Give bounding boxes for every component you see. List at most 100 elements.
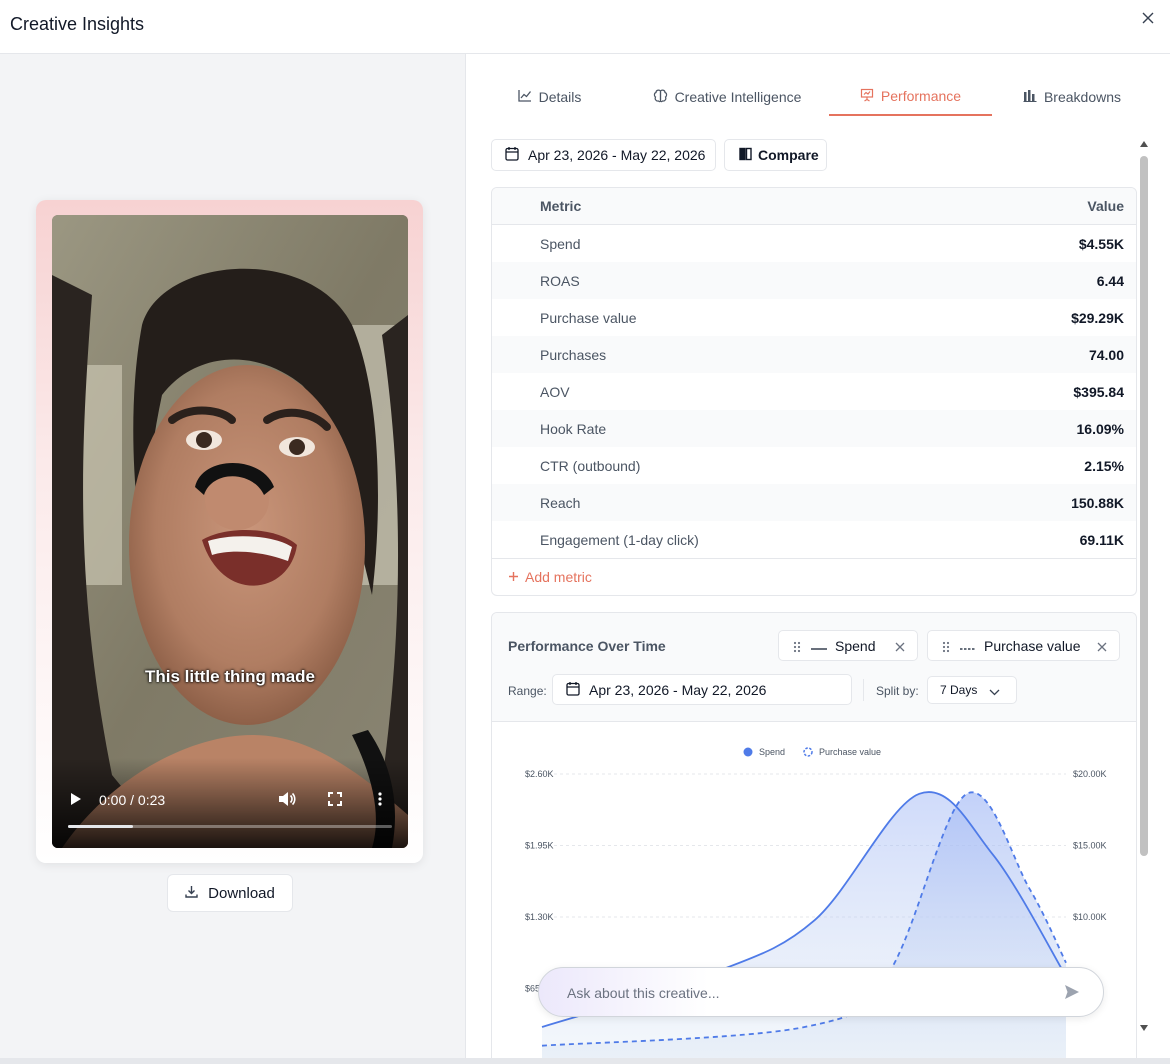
metric-value: $29.29K xyxy=(1071,309,1124,326)
performance-controls: Performance Over Time Spend Purchase val… xyxy=(492,613,1136,722)
tab-label: Details xyxy=(538,89,582,105)
value-column-header: Value xyxy=(1087,198,1124,214)
metric-name: AOV xyxy=(540,383,570,400)
modal-title: Creative Insights xyxy=(10,14,145,34)
performance-title: Performance Over Time xyxy=(508,638,666,654)
send-icon[interactable] xyxy=(1063,983,1081,1006)
chevron-down-icon xyxy=(989,685,1000,699)
metric-value: 69.11K xyxy=(1079,531,1124,548)
table-row: ROAS 6.44 xyxy=(492,262,1136,299)
close-icon[interactable] xyxy=(1138,8,1158,28)
modal-header: Creative Insights xyxy=(0,0,1170,54)
y-right-tick-label: $15.00K xyxy=(1073,841,1107,851)
metric-name: Spend xyxy=(540,235,581,252)
more-options-icon[interactable] xyxy=(378,791,382,809)
metric-name: Reach xyxy=(540,494,581,511)
y-left-tick-label: $1.95K xyxy=(525,841,554,851)
compare-label: Compare xyxy=(758,147,819,163)
drag-handle-icon[interactable] xyxy=(942,640,950,652)
add-metric-button[interactable]: Add metric xyxy=(492,558,1136,595)
download-button[interactable]: Download xyxy=(167,874,293,912)
preview-panel: This little thing made 0:00 / 0:23 Downl… xyxy=(0,54,466,1058)
date-range-label: Apr 23, 2026 - May 22, 2026 xyxy=(528,147,706,163)
metric-value: 150.88K xyxy=(1071,494,1124,511)
tab-details[interactable]: Details xyxy=(502,78,597,116)
window-bottom-edge xyxy=(0,1058,1170,1064)
remove-series-icon[interactable] xyxy=(1097,639,1107,655)
video-progress-bar[interactable] xyxy=(68,825,392,828)
video-card: This little thing made 0:00 / 0:23 xyxy=(36,200,423,863)
metric-value: $4.55K xyxy=(1078,235,1124,252)
line-chart-icon xyxy=(517,89,532,105)
download-label: Download xyxy=(208,884,275,902)
calendar-icon xyxy=(566,681,580,699)
table-row: Engagement (1-day click) 69.11K xyxy=(492,521,1136,558)
legend-label-spend: Spend xyxy=(759,747,785,757)
metrics-header: Metric Value xyxy=(492,188,1136,225)
video-controls: 0:00 / 0:23 xyxy=(52,790,408,810)
add-metric-label: Add metric xyxy=(525,569,592,585)
plus-icon xyxy=(508,569,519,585)
date-range-button[interactable]: Apr 23, 2026 - May 22, 2026 xyxy=(491,139,716,171)
video-progress-fill xyxy=(68,825,133,828)
table-row: CTR (outbound) 2.15% xyxy=(492,447,1136,484)
metric-name: Purchase value xyxy=(540,309,637,326)
metric-name: ROAS xyxy=(540,272,580,289)
series-chip-label: Spend xyxy=(835,637,876,654)
series-chip-purchase-value[interactable]: Purchase value xyxy=(927,630,1120,661)
bar-chart-icon xyxy=(1023,89,1037,105)
series-chip-label: Purchase value xyxy=(984,637,1081,654)
scroll-up-icon[interactable] xyxy=(1140,140,1148,148)
compare-icon xyxy=(739,147,752,164)
divider xyxy=(863,679,864,701)
details-panel: Details Creative Intelligence Performanc… xyxy=(467,54,1170,1058)
metric-value: 6.44 xyxy=(1096,272,1124,289)
split-by-select[interactable]: 7 Days xyxy=(927,676,1017,704)
metrics-table: Metric Value Spend $4.55K ROAS 6.44 Purcha… xyxy=(491,187,1137,596)
metric-value: $395.84 xyxy=(1073,383,1124,400)
table-row: Purchase value $29.29K xyxy=(492,299,1136,336)
video-time: 0:00 / 0:23 xyxy=(99,792,166,808)
scrollbar-thumb[interactable] xyxy=(1140,156,1148,856)
drag-handle-icon[interactable] xyxy=(793,640,801,652)
scrollbar[interactable] xyxy=(1138,140,1150,1032)
metric-name: CTR (outbound) xyxy=(540,457,641,474)
legend-label-purchase-value: Purchase value xyxy=(819,747,881,757)
metric-value: 2.15% xyxy=(1084,457,1124,474)
tab-breakdowns[interactable]: Breakdowns xyxy=(1012,78,1132,116)
y-left-tick-label: $2.60K xyxy=(525,769,554,779)
metric-name: Purchases xyxy=(540,346,607,363)
metric-column-header: Metric xyxy=(540,198,582,214)
table-row: Hook Rate 16.09% xyxy=(492,410,1136,447)
legend-marker-purchase-value xyxy=(803,747,813,757)
ask-input[interactable] xyxy=(567,981,1037,1005)
tab-creative-intelligence[interactable]: Creative Intelligence xyxy=(637,78,817,116)
range-value: Apr 23, 2026 - May 22, 2026 xyxy=(589,681,767,698)
table-row: Reach 150.88K xyxy=(492,484,1136,521)
play-icon[interactable] xyxy=(70,792,82,809)
y-left-tick-label: $1.30K xyxy=(525,912,554,922)
tab-bar: Details Creative Intelligence Performanc… xyxy=(487,78,1147,116)
volume-icon[interactable] xyxy=(278,791,296,810)
video-player[interactable]: This little thing made 0:00 / 0:23 xyxy=(52,215,408,848)
metric-value: 74.00 xyxy=(1088,346,1124,363)
fullscreen-icon[interactable] xyxy=(328,791,342,809)
split-by-label: Split by: xyxy=(876,684,919,698)
video-frame xyxy=(52,215,408,848)
table-row: Spend $4.55K xyxy=(492,225,1136,262)
range-label: Range: xyxy=(508,684,547,698)
compare-button[interactable]: Compare xyxy=(724,139,827,171)
series-chip-spend[interactable]: Spend xyxy=(778,630,918,661)
tab-label: Breakdowns xyxy=(1043,89,1122,105)
remove-series-icon[interactable] xyxy=(895,639,905,655)
range-picker[interactable]: Apr 23, 2026 - May 22, 2026 xyxy=(552,674,852,705)
metric-name: Hook Rate xyxy=(540,420,607,437)
scroll-down-icon[interactable] xyxy=(1140,1024,1148,1032)
presentation-icon xyxy=(860,88,874,105)
tab-performance[interactable]: Performance xyxy=(829,78,992,116)
metric-value: 16.09% xyxy=(1076,420,1124,437)
legend-marker-spend xyxy=(743,747,753,757)
table-row: Purchases 74.00 xyxy=(492,336,1136,373)
y-right-tick-label: $20.00K xyxy=(1073,769,1107,779)
tab-label: Creative Intelligence xyxy=(674,89,802,105)
